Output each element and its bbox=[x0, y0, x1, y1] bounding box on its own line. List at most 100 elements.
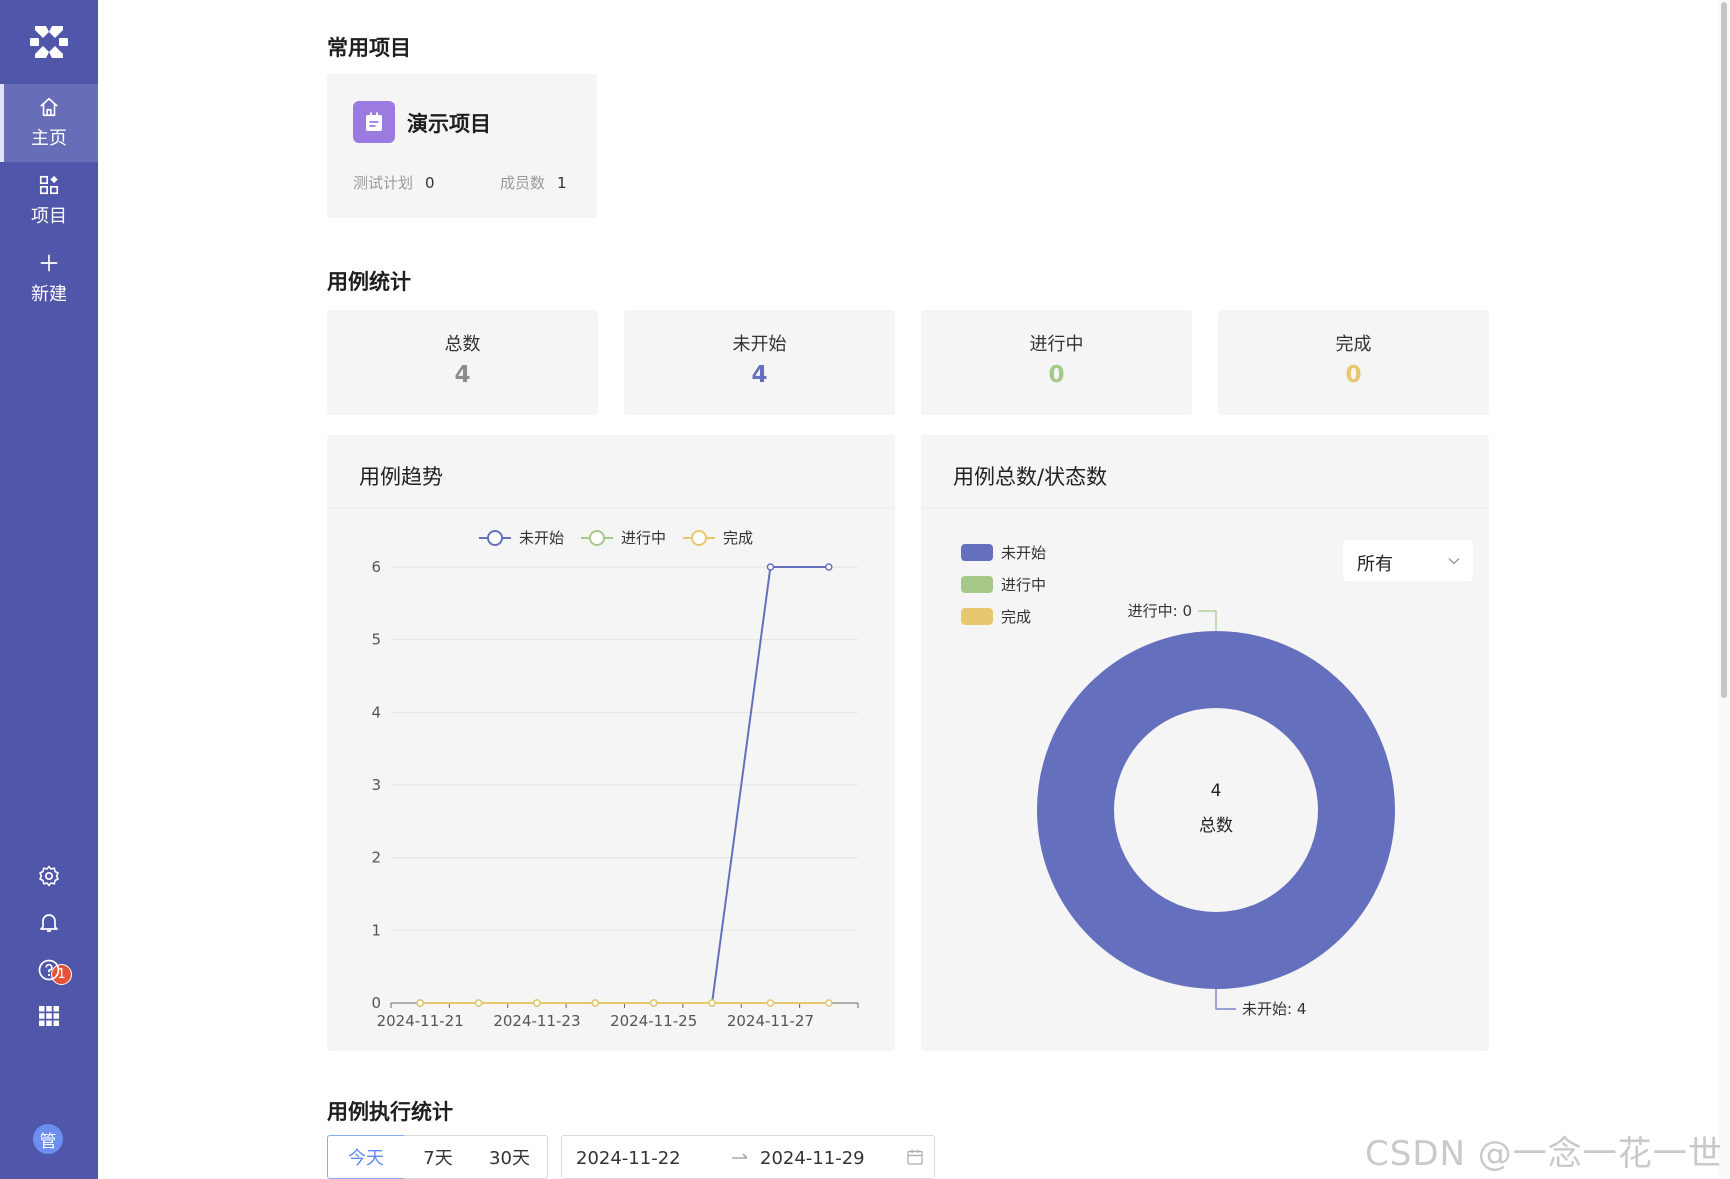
help-button[interactable] bbox=[33, 954, 65, 986]
start-date[interactable]: 2024-11-22 bbox=[576, 1148, 681, 1169]
favorites-title: 常用项目 bbox=[327, 36, 411, 60]
legend-label: 进行中 bbox=[1001, 576, 1046, 594]
help-icon bbox=[38, 959, 60, 981]
plus-icon bbox=[40, 254, 58, 272]
donut-center-label: 总数 bbox=[1199, 816, 1233, 836]
legend-label: 完成 bbox=[723, 529, 753, 547]
project-members-label: 成员数 bbox=[500, 174, 546, 192]
stat-card-in-progress: 进行中 0 bbox=[921, 310, 1192, 415]
nav-item-new[interactable]: 新建 bbox=[0, 240, 98, 318]
execution-title: 用例执行统计 bbox=[327, 1100, 453, 1124]
x-tick-label: 2024-11-21 bbox=[377, 1012, 464, 1030]
legend-swatch bbox=[961, 608, 993, 625]
case-stats-title: 用例统计 bbox=[327, 270, 411, 294]
x-tick-label: 2024-11-25 bbox=[610, 1012, 697, 1030]
grid-icon bbox=[39, 1006, 59, 1026]
project-plans: 测试计划 0 bbox=[353, 172, 435, 193]
legend-swatch bbox=[961, 576, 993, 593]
status-donut-chart: 4 总数未开始: 4 进行中: 0 未开始进行中完成 bbox=[961, 544, 1395, 1018]
trend-line-chart: 0 1 2 3 4 5 6 2024-11-21 2024-11-23 2024-11-25 202… bbox=[371, 529, 859, 1030]
status-panel: 用例总数/状态数 4 总数 未开始: 4 进行中: 0 未开始 进行中 完成 bbox=[921, 435, 1489, 1051]
calendar-icon bbox=[907, 1149, 923, 1165]
donut-slice bbox=[1037, 631, 1395, 989]
page-scrollbar[interactable] bbox=[1718, 0, 1730, 1179]
y-tick-label: 2 bbox=[371, 849, 381, 867]
nav-label-new: 新建 bbox=[31, 284, 67, 305]
trend-panel: 用例趋势 0 1 2 3 4 5 6 2024-11-21 2024-11-23 2024-11-… bbox=[327, 435, 895, 1051]
data-point bbox=[416, 999, 424, 1007]
y-tick-label: 1 bbox=[371, 921, 381, 939]
gear-icon bbox=[39, 865, 59, 887]
data-point bbox=[766, 999, 775, 1007]
tab-7-days[interactable]: 7天 bbox=[404, 1135, 473, 1179]
data-point bbox=[825, 563, 833, 571]
x-tick-label: 2024-11-27 bbox=[727, 1012, 814, 1030]
nav-item-projects[interactable]: 项目 bbox=[0, 162, 98, 240]
calendar-icon bbox=[366, 112, 382, 131]
logo-icon bbox=[30, 26, 68, 58]
notifications-button[interactable] bbox=[33, 906, 65, 938]
chevron-down-icon bbox=[1448, 558, 1460, 565]
legend-label: 未开始 bbox=[519, 529, 564, 547]
legend-label: 进行中 bbox=[621, 529, 666, 547]
data-point bbox=[533, 999, 541, 1007]
nav-label-home: 主页 bbox=[31, 128, 67, 149]
data-point bbox=[649, 999, 658, 1007]
project-card[interactable]: 演示项目 测试计划 0 成员数 1 bbox=[327, 74, 597, 218]
slice-label: 进行中: 0 bbox=[1128, 602, 1192, 620]
stat-value: 0 bbox=[1345, 362, 1362, 388]
legend-marker bbox=[691, 530, 707, 546]
y-tick-label: 3 bbox=[371, 776, 381, 794]
stat-card-not-started: 未开始 4 bbox=[624, 310, 895, 415]
arrow-right-icon bbox=[732, 1153, 748, 1159]
legend-marker bbox=[487, 530, 503, 546]
legend-label: 完成 bbox=[1001, 608, 1031, 626]
y-tick-label: 5 bbox=[371, 631, 381, 649]
bell-icon bbox=[40, 914, 58, 932]
project-plans-value: 0 bbox=[425, 174, 435, 192]
y-tick-label: 6 bbox=[371, 558, 381, 576]
end-date[interactable]: 2024-11-29 bbox=[760, 1148, 865, 1169]
data-point bbox=[708, 999, 716, 1007]
date-range-picker[interactable]: 2024-11-22 2024-11-29 bbox=[561, 1135, 935, 1179]
legend-swatch bbox=[961, 544, 993, 561]
user-avatar[interactable]: 管 bbox=[33, 1124, 63, 1154]
data-point bbox=[766, 563, 775, 571]
watermark: CSDN @一念一花一世界 bbox=[1365, 1134, 1723, 1174]
app-grid-button[interactable] bbox=[33, 1000, 65, 1032]
stat-label: 完成 bbox=[1335, 334, 1372, 355]
stat-card-total: 总数 4 bbox=[327, 310, 598, 415]
stat-label: 总数 bbox=[444, 334, 481, 355]
app-root: 主页 项目 新建 1 管 常用项目 演示项目 测试计划 0 成员数 1 用例统计… bbox=[0, 0, 1730, 1179]
legend-marker bbox=[589, 530, 605, 546]
stat-label: 未开始 bbox=[732, 334, 787, 355]
tab-30-days[interactable]: 30天 bbox=[472, 1135, 548, 1179]
nav-label-projects: 项目 bbox=[31, 206, 67, 227]
apps-icon bbox=[39, 175, 59, 195]
stat-label: 进行中 bbox=[1029, 334, 1084, 355]
leader-line bbox=[1198, 610, 1217, 631]
x-tick-label: 2024-11-23 bbox=[493, 1012, 580, 1030]
status-filter-select[interactable]: 所有 bbox=[1343, 540, 1473, 581]
project-members: 成员数 1 bbox=[500, 172, 567, 193]
home-icon bbox=[40, 97, 58, 117]
stat-value: 4 bbox=[751, 362, 768, 388]
project-plans-label: 测试计划 bbox=[353, 174, 414, 192]
project-icon bbox=[353, 101, 395, 143]
status-filter-value: 所有 bbox=[1357, 554, 1393, 575]
data-point bbox=[825, 999, 833, 1007]
settings-button[interactable] bbox=[33, 860, 65, 892]
tab-today[interactable]: 今天 bbox=[327, 1135, 405, 1179]
donut-center-value: 4 bbox=[1211, 781, 1222, 801]
stat-value: 0 bbox=[1048, 362, 1065, 388]
app-logo[interactable] bbox=[0, 0, 98, 84]
project-name: 演示项目 bbox=[407, 112, 491, 136]
leader-line bbox=[1215, 989, 1236, 1010]
data-point bbox=[591, 999, 600, 1007]
nav-item-home[interactable]: 主页 bbox=[0, 84, 98, 162]
scrollbar-thumb[interactable] bbox=[1721, 2, 1727, 698]
y-tick-label: 0 bbox=[371, 994, 381, 1012]
legend-label: 未开始 bbox=[1001, 544, 1046, 562]
stat-card-done: 完成 0 bbox=[1218, 310, 1489, 415]
sidebar: 主页 项目 新建 1 管 bbox=[0, 0, 98, 1179]
